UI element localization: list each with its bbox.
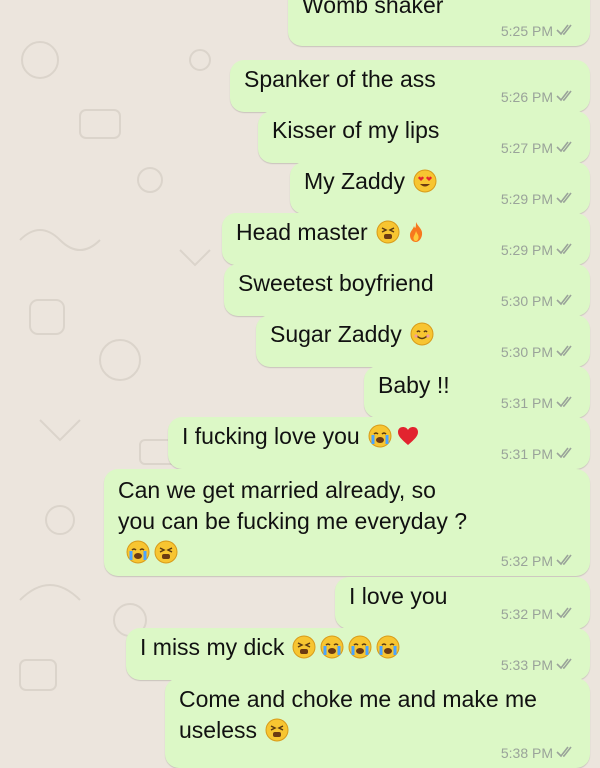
message-text: Baby !! — [378, 372, 450, 398]
message-meta: 5:32 PM — [501, 606, 576, 622]
double-check-icon — [556, 191, 576, 207]
message-text: Kisser of my lips — [272, 117, 439, 143]
message-timestamp: 5:31 PM — [500, 395, 553, 411]
message-meta: 5:30 PM — [501, 344, 576, 360]
message-bubble[interactable]: Head master 5:29 PM — [222, 213, 590, 265]
double-check-icon — [556, 23, 576, 39]
message-timestamp: 5:30 PM — [500, 293, 553, 309]
message-timestamp: 5:30 PM — [500, 344, 553, 360]
message-bubble[interactable]: I miss my dick 5:33 PM — [126, 628, 590, 680]
message-meta: 5:31 PM — [501, 446, 576, 462]
message-meta: 5:29 PM — [501, 191, 576, 207]
double-check-icon — [556, 553, 576, 569]
message-timestamp: 5:29 PM — [500, 242, 553, 258]
message-text: Can we get married already, so you can b… — [118, 475, 478, 568]
tired-face-emoji — [290, 634, 316, 660]
fire-emoji — [402, 219, 428, 245]
message-timestamp: 5:32 PM — [500, 606, 553, 622]
message-text: Sweetest boyfriend — [238, 270, 434, 296]
message-meta: 5:26 PM — [501, 89, 576, 105]
double-check-icon — [556, 344, 576, 360]
message-bubble[interactable]: Womb shaker 5:25 PM — [288, 0, 590, 46]
crying-face-emoji — [366, 423, 392, 449]
message-text-content: I love you — [349, 583, 448, 609]
message-timestamp: 5:32 PM — [500, 553, 553, 569]
message-meta: 5:30 PM — [501, 293, 576, 309]
message-timestamp: 5:33 PM — [500, 657, 553, 673]
message-text-content: Spanker of the ass — [244, 66, 436, 92]
double-check-icon — [556, 446, 576, 462]
message-meta: 5:32 PM — [501, 553, 576, 569]
message-bubble[interactable]: Baby !! 5:31 PM — [364, 366, 590, 418]
message-text-content: Sweetest boyfriend — [238, 270, 434, 296]
message-timestamp: 5:38 PM — [500, 745, 553, 761]
double-check-icon — [556, 395, 576, 411]
double-check-icon — [556, 657, 576, 673]
smiling-face-emoji — [408, 321, 434, 347]
double-check-icon — [556, 89, 576, 105]
message-bubble[interactable]: Sweetest boyfriend 5:30 PM — [224, 264, 590, 316]
message-timestamp: 5:29 PM — [500, 191, 553, 207]
message-meta: 5:29 PM — [501, 242, 576, 258]
crying-face-emoji — [124, 539, 150, 565]
message-timestamp: 5:26 PM — [500, 89, 553, 105]
message-meta: 5:25 PM — [501, 23, 576, 39]
message-bubble[interactable]: My Zaddy 5:29 PM — [290, 162, 590, 214]
message-timestamp: 5:31 PM — [500, 446, 553, 462]
tired-face-emoji — [374, 219, 400, 245]
message-text-content: Can we get married already, so you can b… — [118, 477, 468, 534]
message-text-content: Womb shaker — [302, 0, 444, 18]
message-text: My Zaddy — [304, 168, 437, 194]
message-text: I love you — [349, 583, 447, 609]
message-text-content: Sugar Zaddy — [270, 321, 402, 347]
double-check-icon — [556, 745, 576, 761]
message-text-content: Head master — [236, 219, 368, 245]
double-check-icon — [556, 140, 576, 156]
message-timestamp: 5:25 PM — [500, 23, 553, 39]
message-text-content: My Zaddy — [304, 168, 405, 194]
heart-eyes-emoji — [411, 168, 437, 194]
message-text: I miss my dick — [140, 634, 400, 660]
message-text-content: Come and choke me and make me useless — [179, 686, 537, 743]
red-heart-emoji — [394, 423, 420, 449]
message-text-content: I fucking love you — [182, 423, 360, 449]
message-text: Spanker of the ass — [244, 66, 436, 92]
message-text-content: Baby !! — [378, 372, 450, 398]
message-text: Sugar Zaddy — [270, 321, 434, 347]
message-text: Head master — [236, 219, 428, 245]
message-timestamp: 5:27 PM — [500, 140, 553, 156]
message-bubble[interactable]: Spanker of the ass 5:26 PM — [230, 60, 590, 112]
crying-face-emoji — [374, 634, 400, 660]
crying-face-emoji — [318, 634, 344, 660]
tired-face-emoji — [263, 717, 289, 743]
message-bubble[interactable]: Kisser of my lips 5:27 PM — [258, 111, 590, 163]
message-text: I fucking love you — [182, 423, 420, 449]
message-text-content: I miss my dick — [140, 634, 285, 660]
message-meta: 5:31 PM — [501, 395, 576, 411]
message-bubble[interactable]: I love you 5:32 PM — [335, 577, 590, 629]
message-text-content: Kisser of my lips — [272, 117, 440, 143]
message-meta: 5:27 PM — [501, 140, 576, 156]
double-check-icon — [556, 606, 576, 622]
tired-face-emoji — [152, 539, 178, 565]
double-check-icon — [556, 293, 576, 309]
message-meta: 5:38 PM — [501, 745, 576, 761]
message-meta: 5:33 PM — [501, 657, 576, 673]
message-bubble[interactable]: Come and choke me and make me useless 5:3… — [165, 678, 590, 768]
message-bubble[interactable]: I fucking love you 5:31 PM — [168, 417, 590, 469]
message-text: Come and choke me and make me useless — [179, 684, 599, 746]
crying-face-emoji — [346, 634, 372, 660]
double-check-icon — [556, 242, 576, 258]
message-text: Womb shaker — [302, 0, 443, 18]
message-bubble[interactable]: Can we get married already, so you can b… — [104, 469, 590, 576]
message-bubble[interactable]: Sugar Zaddy 5:30 PM — [256, 315, 590, 367]
